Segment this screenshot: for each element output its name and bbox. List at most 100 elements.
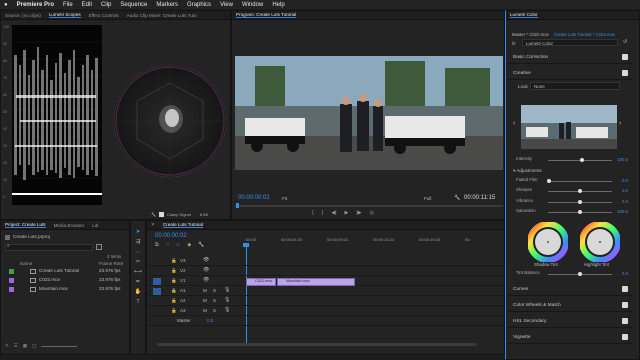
slider-knob[interactable] (547, 179, 551, 183)
hand-tool-icon[interactable]: ✋ (135, 289, 142, 295)
lumetri-master[interactable]: Master * C022.mov (512, 32, 549, 37)
look-prev-icon[interactable]: ‹ (513, 120, 515, 127)
play-icon[interactable]: ▶ (345, 210, 349, 216)
new-bin-icon[interactable] (96, 244, 102, 250)
enable-checkbox[interactable] (622, 54, 628, 60)
ripple-edit-tool-icon[interactable]: ⇔ (135, 249, 141, 255)
add-marker-icon[interactable]: ◆ (187, 242, 191, 248)
effect-dropdown[interactable]: Lumetri Color (522, 39, 618, 46)
intensity-slider[interactable]: Intensity 100.0 (516, 156, 628, 164)
look-preview-thumbnail[interactable] (521, 105, 617, 149)
master-value[interactable]: 0.0 (207, 318, 213, 323)
export-frame-icon[interactable]: ◎ (370, 210, 374, 216)
pen-tool-icon[interactable]: ✒ (136, 279, 141, 285)
section-basic-correction[interactable]: Basic Correction (508, 51, 632, 64)
clip-c022[interactable]: C022.mov (246, 278, 276, 286)
list-view-icon[interactable]: ☰ (14, 343, 18, 349)
pencil-icon[interactable]: ✎ (5, 343, 9, 349)
type-tool-icon[interactable]: T (136, 299, 139, 305)
settings-icon[interactable]: 🔧 (198, 242, 204, 248)
list-item[interactable]: Mountain.mov 23.976 fps (1, 285, 129, 294)
slider-value[interactable]: 100.0 (617, 209, 628, 214)
tab-project[interactable]: Project: Create Luts (5, 222, 46, 228)
slider-value[interactable]: 0.0 (622, 188, 628, 193)
mark-out-icon[interactable]: } (322, 210, 324, 216)
nest-icon[interactable]: ⧉ (155, 242, 159, 248)
clamp-checkbox[interactable] (158, 211, 164, 217)
sharpen-slider[interactable]: Sharpen 0.0 (516, 187, 628, 195)
look-dropdown[interactable]: None (530, 82, 620, 90)
solo-button[interactable]: S (213, 308, 216, 313)
list-item[interactable]: Create Luts Tutorial 23.976 fps (1, 267, 129, 276)
lock-icon[interactable]: 🔒 (171, 308, 177, 314)
time-ruler[interactable]: :00:00 00:00:04:23 00:00:09:23 00:00:14:… (245, 235, 477, 249)
tab-source[interactable]: Source: (no clips) (5, 13, 41, 18)
lock-icon[interactable]: 🔒 (171, 288, 177, 294)
slider-knob[interactable] (578, 200, 582, 204)
mic-icon[interactable]: 🎙 (224, 307, 230, 313)
look-next-icon[interactable]: › (619, 120, 621, 127)
step-forward-icon[interactable]: |▶ (356, 210, 361, 216)
slider-knob[interactable] (578, 210, 582, 214)
menu-help[interactable]: Help (272, 2, 284, 8)
zoom-slider[interactable] (41, 346, 78, 347)
solo-button[interactable]: S (213, 288, 216, 293)
slider-value[interactable]: 0.0 (622, 199, 628, 204)
menu-app[interactable]: Premiere Pro (17, 2, 54, 8)
enable-checkbox[interactable] (622, 286, 628, 292)
col-header-frame-rate[interactable]: Frame Rate (99, 261, 123, 266)
section-vignette[interactable]: Vignette (508, 331, 632, 344)
icon-view-icon[interactable]: ▦ (23, 343, 27, 349)
program-timecode[interactable]: 00:00:00:02 (238, 195, 270, 201)
slider-value[interactable]: 100.0 (617, 157, 628, 162)
tab-media-browser[interactable]: Media Browser (54, 223, 85, 228)
enable-checkbox[interactable] (622, 302, 628, 308)
enable-checkbox[interactable] (622, 334, 628, 340)
section-creative[interactable]: Creative (508, 67, 632, 80)
freeform-view-icon[interactable]: ▢ (32, 343, 36, 349)
tab-lumetri-scopes[interactable]: Lumetri Scopes (48, 12, 81, 18)
mute-button[interactable]: M (203, 298, 207, 303)
wrench-icon[interactable]: 🔧 (151, 212, 156, 217)
mute-button[interactable]: M (203, 288, 207, 293)
wrench-icon[interactable]: 🔧 (454, 195, 460, 201)
linked-selection-icon[interactable]: ⊂ (176, 242, 180, 248)
tab-program[interactable]: Program: Create Luts Tutorial (236, 12, 297, 18)
lock-icon[interactable]: 🔒 (171, 268, 177, 274)
source-patch-a1[interactable] (153, 288, 161, 295)
section-curves[interactable]: Curves (508, 283, 632, 296)
col-header-name[interactable]: Name (20, 261, 32, 266)
slider-value[interactable]: 0.0 (622, 271, 628, 276)
lock-icon[interactable]: 🔒 (171, 278, 177, 284)
slip-tool-icon[interactable]: ⟷ (134, 269, 142, 275)
menu-edit[interactable]: Edit (82, 2, 92, 8)
mark-in-icon[interactable]: { (312, 210, 314, 216)
highlight-tint-wheel[interactable] (580, 222, 620, 262)
apple-icon[interactable]: ● (4, 2, 8, 8)
close-icon[interactable]: ✕ (151, 222, 155, 228)
adjustments-header[interactable]: ▾ Adjustments (513, 168, 542, 174)
quality-dropdown[interactable]: Full (424, 196, 431, 201)
tab-effect-controls[interactable]: Effect Controls (89, 13, 119, 18)
tab-lumetri-color[interactable]: Lumetri Color (510, 12, 538, 18)
reset-icon[interactable]: ↺ (623, 39, 627, 45)
playhead-head[interactable] (243, 243, 249, 247)
menu-graphics[interactable]: Graphics (187, 2, 211, 8)
razor-tool-icon[interactable]: ✂ (136, 259, 141, 265)
lock-icon[interactable]: 🔒 (171, 298, 177, 304)
source-patch-v1[interactable] (153, 278, 161, 285)
enable-checkbox[interactable] (622, 70, 628, 76)
enable-checkbox[interactable] (622, 318, 628, 324)
zoom-dropdown[interactable]: Fit (282, 196, 287, 201)
eye-icon[interactable]: 👁 (203, 267, 209, 273)
program-scrubber[interactable] (235, 205, 503, 207)
vibrance-slider[interactable]: Vibrance 0.0 (516, 198, 628, 206)
menu-markers[interactable]: Markers (156, 2, 178, 8)
clip-mountain[interactable]: Mountain.mov (277, 278, 355, 286)
search-field[interactable] (5, 244, 93, 251)
track-select-tool-icon[interactable]: ⇶ (136, 239, 141, 245)
tab-libraries[interactable]: Lib (92, 223, 98, 228)
eye-icon[interactable]: 👁 (203, 257, 209, 263)
playhead-marker[interactable] (236, 203, 239, 208)
eye-icon[interactable]: 👁 (203, 277, 209, 283)
